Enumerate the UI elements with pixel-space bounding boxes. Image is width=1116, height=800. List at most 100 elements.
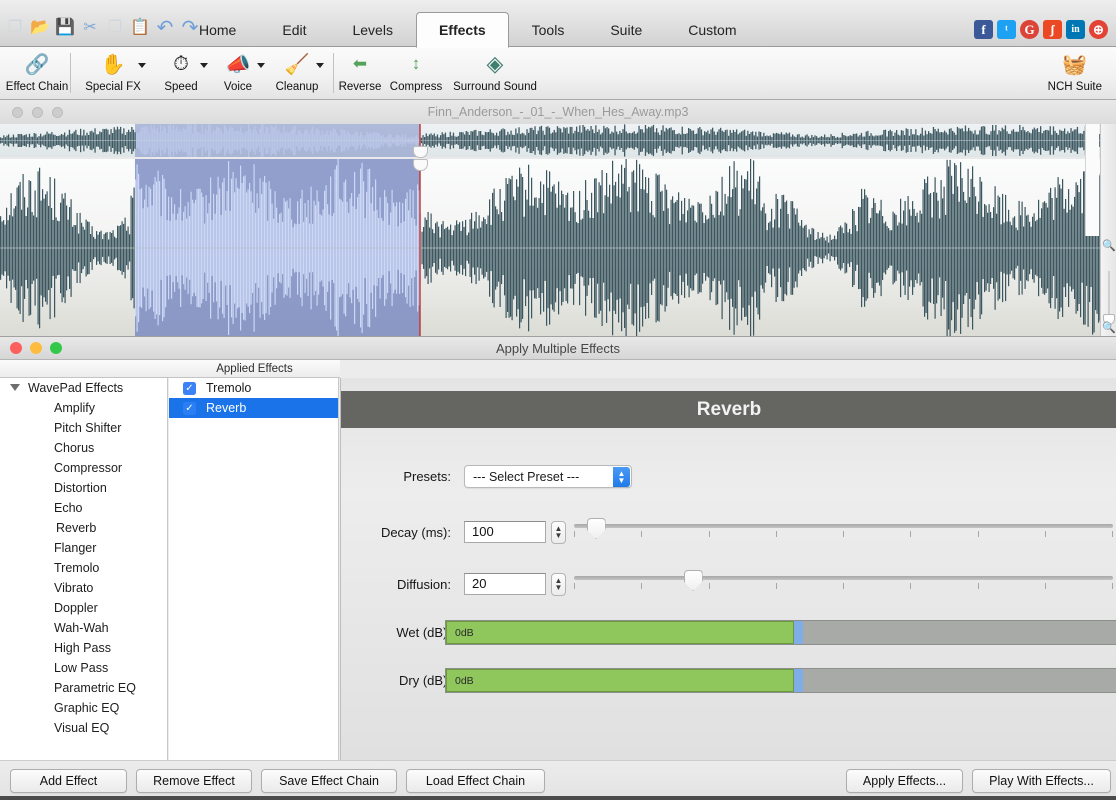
remove-effect-button[interactable]: Remove Effect [136,769,252,793]
tree-item-label: Chorus [54,441,94,455]
twitter-icon[interactable]: ᵗ [997,20,1016,39]
undo-icon[interactable]: ↶ [154,15,176,39]
save-effect-chain-button[interactable]: Save Effect Chain [261,769,397,793]
tree-item-reverb[interactable]: Reverb [0,518,167,538]
ribbon-button-nch-suite[interactable]: 🧺 NCH Suite [1048,47,1102,93]
slider-tick [1112,531,1113,537]
tree-item-chorus[interactable]: Chorus [0,438,167,458]
ribbon-button-reverse[interactable]: ⬅Reverse [335,47,385,93]
parameter-slider[interactable] [574,570,1113,598]
load-effect-chain-button[interactable]: Load Effect Chain [406,769,545,793]
parameter-stepper[interactable]: ▲▼ [551,573,566,596]
parameter-stepper[interactable]: ▲▼ [551,521,566,544]
help-icon[interactable]: ⊕ [1089,20,1108,39]
tab-tools[interactable]: Tools [509,14,588,47]
overview-waveform-graphic [0,124,1100,157]
tab-suite[interactable]: Suite [587,14,665,47]
chevron-down-icon[interactable] [316,63,324,68]
tab-edit[interactable]: Edit [259,14,329,47]
checkbox-checked-icon[interactable]: ✓ [183,402,196,415]
tab-home[interactable]: Home [176,14,259,47]
slider-track[interactable] [574,524,1113,528]
tree-item-tremolo[interactable]: Tremolo [0,558,167,578]
ribbon-button-cleanup[interactable]: 🧹Cleanup [272,47,322,93]
waveform-overview-strip[interactable] [0,124,1100,157]
copy-icon[interactable]: ❐ [104,15,126,39]
ribbon-button-label: Special FX [85,81,141,93]
play-with-effects-button[interactable]: Play With Effects... [972,769,1111,793]
zoom-out-icon[interactable]: 🔍 [1101,318,1116,336]
tab-custom[interactable]: Custom [665,14,759,47]
tab-levels[interactable]: Levels [329,14,415,47]
db-level-thumb[interactable] [794,621,803,644]
ribbon-button-special-fx[interactable]: ✋Special FX [82,47,144,93]
waveform-vertical-scroll-slot[interactable] [1085,124,1099,236]
parameter-value-input[interactable]: 20 [464,573,546,595]
applied-effect-row[interactable]: ✓Reverb [169,398,338,418]
parameter-value-input[interactable]: 100 [464,521,546,543]
slider-track[interactable] [574,576,1113,580]
db-level-slider[interactable]: 0dB [445,668,1116,693]
effects-tree-panel[interactable]: WavePad Effects AmplifyPitch Shifter Chor… [0,378,168,760]
db-level-fill: 0dB [446,669,794,692]
tree-item-low-pass[interactable]: Low Pass [0,658,167,678]
chevron-down-icon[interactable] [200,63,208,68]
new-file-icon[interactable]: ❐ [4,15,26,39]
tree-item-compressor[interactable]: Compressor [0,458,167,478]
google-plus-icon[interactable]: G [1020,20,1039,39]
tree-root-wavepad-effects[interactable]: WavePad Effects [0,378,167,398]
waveform-main-view[interactable] [0,159,1100,337]
add-effect-button[interactable]: Add Effect [10,769,127,793]
presets-stepper-icon[interactable]: ▲▼ [613,467,630,487]
zoom-in-icon[interactable]: 🔍 [1101,236,1116,254]
presets-select[interactable]: --- Select Preset --- ▲▼ [464,465,632,488]
linkedin-icon[interactable]: in [1066,20,1085,39]
tree-item-label: Doppler [54,601,98,615]
db-level-slider[interactable]: 0dB [445,620,1116,645]
tree-item-distortion[interactable]: Distortion [0,478,167,498]
waveform-file-title: Finn_Anderson_-_01_-_When_Hes_Away.mp3 [0,105,1116,119]
ribbon-button-speed[interactable]: ⏱Speed [156,47,206,93]
chevron-down-icon[interactable] [257,63,265,68]
tree-item-pitch-shifter[interactable]: Pitch Shifter [0,418,167,438]
slider-tick [843,531,844,537]
applied-effects-panel[interactable]: ✓Tremolo✓Reverb [169,378,339,760]
ribbon-button-compress[interactable]: ↕Compress [389,47,443,93]
tree-item-label: Vibrato [54,581,93,595]
tree-item-doppler[interactable]: Doppler [0,598,167,618]
waveform-window: Finn_Anderson_-_01_-_When_Hes_Away.mp3 🔍 [0,100,1116,337]
ribbon-tabs: HomeEditLevelsEffectsToolsSuiteCustom [176,0,759,47]
parameter-slider[interactable] [574,518,1113,546]
tree-item-high-pass[interactable]: High Pass [0,638,167,658]
ribbon-button-label: Voice [224,81,252,93]
slider-tick [1112,583,1113,589]
cut-icon[interactable]: ✂ [79,15,101,39]
ribbon-button-surround-sound[interactable]: ◈Surround Sound [449,47,541,93]
chain-link-icon: 🔗 [25,49,50,79]
stumbleupon-icon[interactable]: ʃ [1043,20,1062,39]
ribbon-button-label: Speed [164,81,197,93]
tree-item-parametric-eq[interactable]: Parametric EQ [0,678,167,698]
tree-item-wah-wah[interactable]: Wah-Wah [0,618,167,638]
tree-item-vibrato[interactable]: Vibrato [0,578,167,598]
chevron-down-icon[interactable] [10,384,20,391]
applied-effect-row[interactable]: ✓Tremolo [169,378,338,398]
paste-icon[interactable]: 📋 [129,15,151,39]
tree-item-visual-eq[interactable]: Visual EQ [0,718,167,738]
save-icon[interactable]: 💾 [54,15,76,39]
tree-item-amplify[interactable]: Amplify [0,398,167,418]
tree-item-flanger[interactable]: Flanger [0,538,167,558]
tab-effects[interactable]: Effects [416,12,509,48]
apply-effects-button[interactable]: Apply Effects... [846,769,963,793]
db-level-thumb[interactable] [794,669,803,692]
chevron-down-icon[interactable] [138,63,146,68]
checkbox-checked-icon[interactable]: ✓ [183,382,196,395]
tree-item-label: Tremolo [54,561,99,575]
ribbon-button-voice[interactable]: 📣Voice [213,47,263,93]
tree-item-graphic-eq[interactable]: Graphic EQ [0,698,167,718]
ribbon-button-effect-chain[interactable]: 🔗Effect Chain [6,47,68,93]
facebook-icon[interactable]: f [974,20,993,39]
tree-item-echo[interactable]: Echo [0,498,167,518]
open-folder-icon[interactable]: 📂 [29,15,51,39]
dialog-button-bar: Add Effect Remove Effect Save Effect Chain… [0,760,1116,800]
